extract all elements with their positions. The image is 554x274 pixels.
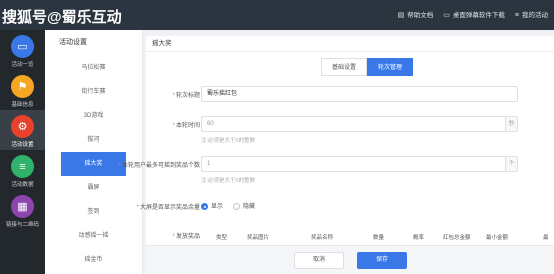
nav-label: 链接与二维码 [5, 222, 39, 228]
radio-hide-label: 隐藏 [243, 204, 256, 210]
nav-item-links-qrcode[interactable]: ▦ 链接与二维码 [0, 190, 45, 230]
prize-table-header: 类型 奖品图片 奖品名称 数量 概率 红包总金额 最小金额 最 [201, 231, 554, 243]
tab-round-management[interactable]: 轮次管理 [367, 58, 413, 76]
top-link-label: 桌面弹幕软件下载 [452, 12, 505, 19]
nav-label: 活动一览 [11, 62, 34, 68]
col-probability: 概率 [413, 235, 425, 241]
nav-label: 活动数据 [11, 182, 34, 188]
top-link-label: 我的活动 [522, 12, 548, 19]
brand-watermark: 搜狐号@蜀乐互动 [2, 9, 122, 26]
database-icon: ≡ [11, 155, 34, 178]
col-min-amount: 最小金额 [486, 235, 509, 241]
top-link-download[interactable]: ▭ 桌面弹幕软件下载 [443, 9, 505, 19]
round-title-label: *轮次标题 [173, 90, 200, 99]
duration-hint: 注:必须是大于0的整数 [201, 138, 256, 144]
subnav-item-shake-coins[interactable]: 摇金币 [45, 248, 142, 272]
round-title-input[interactable]: 蜀乐摇红包 [201, 86, 518, 102]
nav-item-basic-info[interactable]: ⚑ 基础信息 [0, 70, 45, 110]
subnav-item-3d-game[interactable]: 3D游戏 [45, 104, 142, 128]
required-mark: * [172, 123, 175, 129]
desktop-icon: ▭ [443, 12, 450, 19]
required-mark: * [118, 163, 121, 169]
subnav-item-shake[interactable]: 动感摇一摇 [45, 224, 142, 248]
nav-label: 活动设置 [11, 142, 34, 148]
col-quantity: 数量 [373, 235, 385, 241]
page-title: 摇大奖 [146, 36, 554, 52]
max-prize-label-text: 本轮用户最多可摇到奖品个数 [121, 163, 200, 169]
top-link-my-activities[interactable]: ≡ 我的活动 [515, 9, 548, 19]
subnav-item-shake-prize[interactable]: 摇大奖 [61, 152, 126, 176]
gear-icon: ⚙ [11, 115, 34, 138]
col-max-amount: 最 [543, 235, 549, 241]
prize-label: *发放奖品 [173, 231, 200, 240]
max-prize-input[interactable]: 1个 [201, 156, 518, 172]
col-red-packet-total: 红包总金额 [443, 235, 471, 241]
max-prize-hint: 注:必须是大于0的整数 [201, 178, 256, 184]
subnav-title: 活动设置 [59, 39, 87, 46]
max-prize-placeholder: 1 [207, 161, 211, 167]
duration-label: *本轮时间 [173, 120, 200, 129]
prize-label-text: 发放奖品 [175, 234, 200, 240]
sub-nav: 活动设置 马拉松赛 街行车赛 3D游戏 拔河 摇大奖 霸屏 签到 动感摇一摇 摇… [45, 30, 143, 274]
radio-show[interactable]: 显示 [201, 201, 223, 210]
nav-item-data[interactable]: ≡ 活动数据 [0, 150, 45, 190]
col-prize-image: 奖品图片 [247, 235, 270, 241]
max-prize-label: *本轮用户最多可摇到奖品个数 [119, 160, 200, 169]
cancel-button[interactable]: 取消 [294, 252, 344, 269]
tab-basic-settings[interactable]: 基础设置 [321, 58, 367, 76]
nav-item-settings[interactable]: ⚙ 活动设置 [0, 110, 45, 150]
round-title-label-text: 轮次标题 [175, 93, 200, 99]
col-type: 类型 [216, 235, 228, 241]
nav-label: 基础信息 [11, 102, 34, 108]
required-mark: * [172, 234, 175, 240]
nav-item-overview[interactable]: ▭ 活动一览 [0, 30, 45, 70]
settings-tabs: 基础设置 轮次管理 [321, 58, 413, 76]
monitor-icon: ▭ [11, 35, 34, 58]
top-links: ▤ 帮助文档 ▭ 桌面弹幕软件下载 ≡ 我的活动 [398, 9, 548, 19]
subnav-item-tug-of-war[interactable]: 拔河 [45, 128, 142, 152]
screen-display-label: *大屏是否显示奖品余量 [137, 202, 200, 211]
max-prize-unit: 个 [505, 157, 517, 171]
duration-unit: 秒 [505, 117, 517, 131]
main-panel: 摇大奖 基础设置 轮次管理 *轮次标题 蜀乐摇红包 *本轮时间 60 秒 注:必须… [119, 36, 554, 274]
radio-show-label: 显示 [211, 204, 224, 210]
flag-icon: ⚑ [11, 75, 34, 98]
save-button[interactable]: 保存 [357, 252, 407, 269]
duration-input[interactable]: 60 秒 [201, 116, 518, 132]
col-prize-name: 奖品名称 [311, 235, 334, 241]
screen-display-label-text: 大屏是否显示奖品余量 [139, 205, 200, 211]
subnav-item-screen-takeover[interactable]: 霸屏 [45, 176, 142, 200]
required-mark: * [136, 205, 139, 211]
subnav-item-checkin[interactable]: 签到 [45, 200, 142, 224]
required-mark: * [172, 93, 175, 99]
radio-hide-dot[interactable] [233, 202, 241, 210]
screen-display-radio-group: 显示 隐藏 [201, 201, 255, 210]
list-icon: ≡ [514, 12, 519, 19]
footer-bar: 取消 保存 [146, 245, 554, 274]
main-nav: ▭ 活动一览 ⚑ 基础信息 ⚙ 活动设置 ≡ 活动数据 ▦ 链接与二维码 [0, 30, 45, 274]
subnav-item-marathon[interactable]: 马拉松赛 [45, 56, 142, 80]
top-bar: 搜狐号@蜀乐互动 ▤ 帮助文档 ▭ 桌面弹幕软件下载 ≡ 我的活动 [0, 0, 554, 30]
radio-hide[interactable]: 隐藏 [233, 201, 255, 210]
radio-show-dot[interactable] [201, 202, 208, 210]
subnav-item-cycling[interactable]: 街行车赛 [45, 80, 142, 104]
doc-icon: ▤ [397, 12, 405, 19]
top-link-help[interactable]: ▤ 帮助文档 [398, 9, 434, 19]
qrcode-icon: ▦ [11, 195, 34, 218]
top-link-label: 帮助文档 [407, 12, 434, 19]
duration-label-text: 本轮时间 [175, 123, 200, 129]
duration-placeholder: 60 [207, 121, 214, 127]
